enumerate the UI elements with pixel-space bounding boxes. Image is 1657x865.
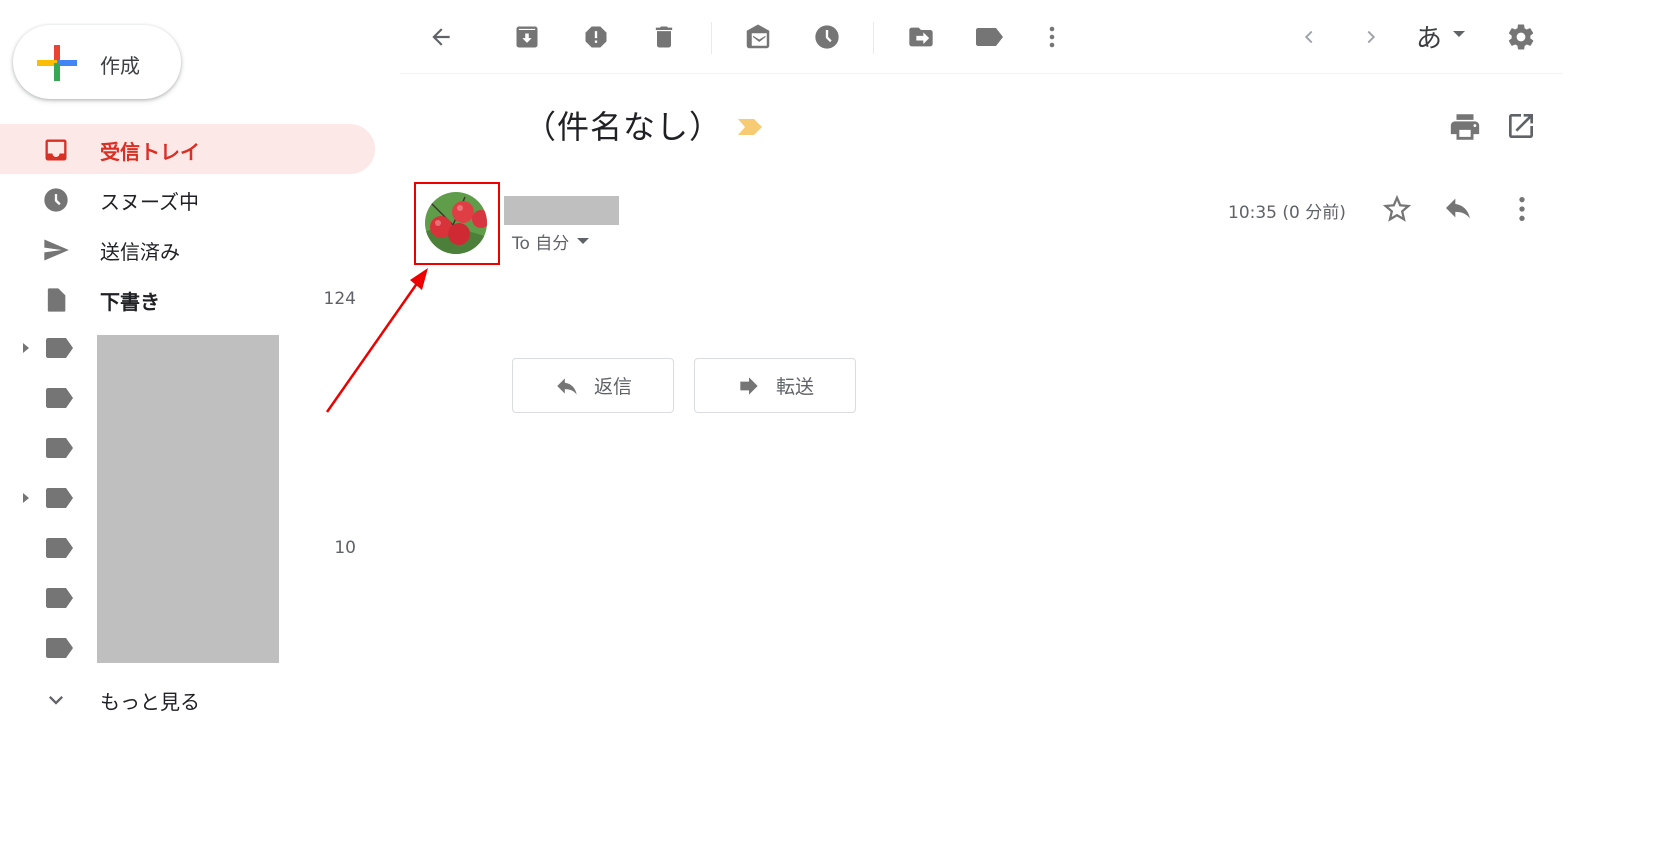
inbox-icon	[45, 139, 67, 161]
label-tag-icon	[46, 338, 73, 358]
older-button[interactable]	[1353, 19, 1389, 55]
print-button[interactable]	[1448, 110, 1484, 146]
print-icon	[1450, 114, 1480, 140]
recipient-label: To 自分	[512, 234, 570, 254]
sidebar-item-inbox[interactable]: 受信トレイ	[0, 124, 375, 174]
sidebar-more-button[interactable]: もっと見る	[0, 674, 375, 724]
chevron-left-icon	[1304, 30, 1313, 44]
open-in-new-window-button[interactable]	[1505, 110, 1541, 146]
recipient-details-toggle[interactable]: To 自分	[512, 229, 590, 254]
drafts-count: 124	[323, 289, 356, 309]
toolbar-divider	[873, 22, 874, 54]
sidebar-item-label: 送信済み	[100, 240, 180, 264]
message-subject: （件名なし）	[524, 108, 723, 146]
toolbar-divider	[711, 22, 712, 54]
label-tag-icon	[46, 388, 73, 408]
forward-arrow-icon	[740, 376, 758, 395]
archive-icon	[516, 26, 538, 48]
move-to-icon	[909, 27, 933, 47]
forward-button[interactable]: 転送	[694, 358, 856, 413]
forward-label: 転送	[775, 376, 814, 398]
label-tag-icon	[46, 538, 73, 558]
sidebar-item-label: 受信トレイ	[100, 140, 200, 164]
clock-icon	[44, 188, 68, 212]
label-tag-icon	[46, 488, 73, 508]
label-button[interactable]	[972, 19, 1008, 55]
back-icon	[432, 28, 450, 46]
settings-button[interactable]	[1503, 19, 1539, 55]
redacted-sender-name	[504, 196, 619, 225]
newer-button[interactable]	[1291, 19, 1327, 55]
delete-icon	[655, 26, 673, 48]
message-timestamp: 10:35 (0 分前)	[1228, 203, 1346, 223]
chevron-right-icon	[1367, 30, 1376, 44]
label-icon	[976, 28, 1003, 46]
compose-label: 作成	[100, 54, 140, 78]
sidebar-item-drafts[interactable]: 下書き 124	[0, 274, 375, 324]
sidebar-item-sent[interactable]: 送信済み	[0, 224, 375, 274]
sidebar-item-label: スヌーズ中	[100, 190, 199, 214]
expand-arrow-icon[interactable]	[21, 491, 31, 505]
chevron-down-icon	[49, 696, 63, 705]
caret-down-icon	[577, 238, 590, 244]
caret-down-icon[interactable]	[1452, 30, 1466, 38]
compose-button[interactable]: 作成	[13, 25, 181, 99]
report-spam-icon	[585, 26, 607, 48]
label-tag-icon	[46, 588, 73, 608]
snooze-button[interactable]	[809, 19, 845, 55]
input-tools-button[interactable]: あ	[1416, 18, 1442, 55]
mark-unread-button[interactable]	[740, 19, 776, 55]
more-options-button[interactable]	[1034, 19, 1070, 55]
label-count: 10	[334, 538, 356, 558]
importance-marker-icon[interactable]	[737, 117, 763, 137]
report-spam-button[interactable]	[578, 19, 614, 55]
reply-icon-button[interactable]	[1442, 192, 1476, 226]
compose-plus-icon	[37, 45, 77, 81]
sidebar-item-label: 下書き	[100, 290, 160, 314]
more-vert-icon	[1049, 26, 1055, 48]
redacted-label-names	[97, 335, 279, 663]
reply-label: 返信	[593, 376, 632, 398]
reply-icon	[557, 377, 577, 395]
star-icon	[1382, 194, 1412, 222]
archive-button[interactable]	[509, 19, 545, 55]
message-more-button[interactable]	[1506, 192, 1538, 226]
move-to-button[interactable]	[903, 19, 939, 55]
mark-unread-icon	[746, 24, 770, 49]
expand-arrow-icon[interactable]	[21, 341, 31, 355]
gear-icon	[1508, 24, 1534, 50]
draft-icon	[47, 288, 66, 312]
back-button[interactable]	[423, 19, 459, 55]
star-button[interactable]	[1380, 192, 1414, 226]
label-tag-icon	[46, 438, 73, 458]
delete-button[interactable]	[646, 19, 682, 55]
annotation-highlight-box	[414, 182, 500, 265]
sidebar-item-snoozed[interactable]: スヌーズ中	[0, 174, 375, 224]
reply-button[interactable]: 返信	[512, 358, 674, 413]
open-in-new-icon	[1509, 114, 1533, 138]
label-tag-icon	[46, 638, 73, 658]
sidebar-more-label: もっと見る	[100, 690, 200, 714]
more-vert-icon	[1519, 197, 1525, 221]
reply-icon	[1446, 198, 1470, 219]
send-icon	[44, 239, 69, 261]
snooze-icon	[815, 25, 839, 49]
